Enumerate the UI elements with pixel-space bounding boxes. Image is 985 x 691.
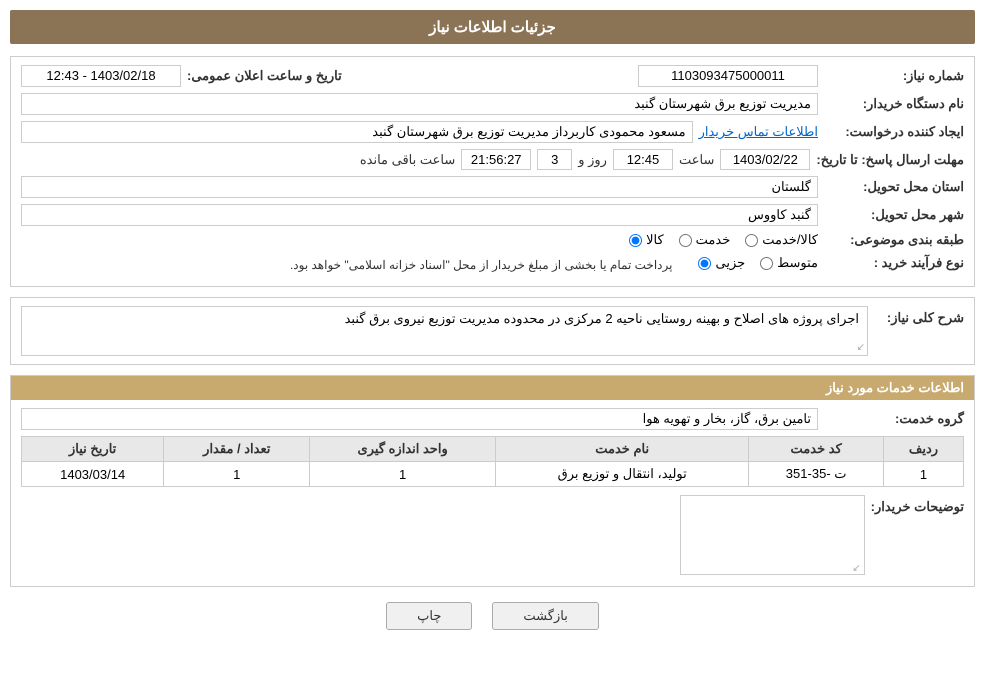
subject-radio-kala[interactable]: کالا xyxy=(629,232,664,248)
services-section: اطلاعات خدمات مورد نیاز گروه خدمت: تامین… xyxy=(10,375,975,587)
days-label: روز و xyxy=(578,152,607,168)
jozi-label: جزیی xyxy=(715,255,745,271)
creator-value: مسعود محمودی کاربرداز مدیریت توزیع برق ش… xyxy=(21,121,693,143)
row-announcement: شماره نیاز: 1103093475000011 تاریخ و ساع… xyxy=(21,65,964,87)
kala-label: کالا xyxy=(646,232,664,248)
kala-khedmat-label: کالا/خدمت xyxy=(762,232,818,248)
services-table: ردیف کد خدمت نام خدمت واحد اندازه گیری ت… xyxy=(21,436,964,487)
col-date: تاریخ نیاز xyxy=(22,437,164,462)
time-label: ساعت xyxy=(679,152,714,168)
province-label: استان محل تحویل: xyxy=(824,179,964,195)
back-button[interactable]: بازگشت xyxy=(492,602,598,630)
subject-radio-kala_khedmat-input[interactable] xyxy=(745,234,758,247)
row-creator: ایجاد کننده درخواست: اطلاعات تماس خریدار… xyxy=(21,121,964,143)
motevaset-label: متوسط xyxy=(777,255,818,271)
process-radio-motevaset-input[interactable] xyxy=(760,257,773,270)
province-value: گلستان xyxy=(21,176,818,198)
general-desc-section: شرح کلی نیاز: اجرای پروژه های اصلاح و به… xyxy=(10,297,975,365)
general-desc-text: اجرای پروژه های اصلاح و بهینه روستایی نا… xyxy=(345,311,859,326)
notes-wrapper: ↙ xyxy=(21,495,865,578)
col-service-code: کد خدمت xyxy=(749,437,884,462)
subject-radio-kala-input[interactable] xyxy=(629,234,642,247)
main-info-section: شماره نیاز: 1103093475000011 تاریخ و ساع… xyxy=(10,56,975,287)
row-buyer-org: نام دستگاه خریدار: مدیریت توزیع برق شهرس… xyxy=(21,93,964,115)
process-radio-jozi-input[interactable] xyxy=(698,257,711,270)
buyer-notes-section: توضیحات خریدار: ↙ xyxy=(21,495,964,578)
announcement-number-value: 1103093475000011 xyxy=(638,65,818,87)
creator-group: اطلاعات تماس خریدار مسعود محمودی کاربردا… xyxy=(21,121,818,143)
process-radio-motevaset[interactable]: متوسط xyxy=(760,255,818,271)
service-group-label: گروه خدمت: xyxy=(824,411,964,427)
col-unit: واحد اندازه گیری xyxy=(310,437,496,462)
announcement-datetime-label: تاریخ و ساعت اعلان عمومی: xyxy=(187,68,342,84)
buyer-org-value: مدیریت توزیع برق شهرستان گنبد xyxy=(21,93,818,115)
city-value: گنبد کاووس xyxy=(21,204,818,226)
process-label: نوع فرآیند خرید : xyxy=(824,255,964,271)
table-row: 1ت -35-351تولید، انتقال و توزیع برق11140… xyxy=(22,462,964,487)
process-note: پرداخت تمام یا بخشی از مبلغ خریدار از مح… xyxy=(290,258,673,272)
row-service-group: گروه خدمت: تامین برق، گاز، بخار و تهویه … xyxy=(21,408,964,430)
col-qty: تعداد / مقدار xyxy=(164,437,310,462)
page-wrapper: جزئیات اطلاعات نیاز شماره نیاز: 11030934… xyxy=(0,0,985,691)
services-section-header: اطلاعات خدمات مورد نیاز xyxy=(11,376,974,400)
service-group-value: تامین برق، گاز، بخار و تهویه هوا xyxy=(21,408,818,430)
remaining-label: ساعت باقی مانده xyxy=(360,152,455,168)
subject-radio-group: کالا/خدمت خدمت کالا xyxy=(629,232,818,248)
subject-radio-khedmat-input[interactable] xyxy=(679,234,692,247)
row-deadline: مهلت ارسال پاسخ: تا تاریخ: 1403/02/22 سا… xyxy=(21,149,964,170)
row-process: نوع فرآیند خرید : متوسط جزیی پرداخت تمام… xyxy=(21,254,964,272)
table-header-row: ردیف کد خدمت نام خدمت واحد اندازه گیری ت… xyxy=(22,437,964,462)
creator-link[interactable]: اطلاعات تماس خریدار xyxy=(699,124,818,140)
response-time: 12:45 xyxy=(613,149,673,170)
col-row-num: ردیف xyxy=(884,437,964,462)
process-radio-jozi[interactable]: جزیی xyxy=(698,255,745,271)
buyer-notes-textarea[interactable] xyxy=(680,495,865,575)
process-radio-group: متوسط جزیی xyxy=(698,255,818,271)
buyer-notes-label: توضیحات خریدار: xyxy=(871,495,964,515)
general-desc-value: اجرای پروژه های اصلاح و بهینه روستایی نا… xyxy=(21,306,868,356)
buyer-org-label: نام دستگاه خریدار: xyxy=(824,96,964,112)
print-button[interactable]: چاپ xyxy=(386,602,472,630)
subject-label: طبقه بندی موضوعی: xyxy=(824,232,964,248)
subject-radio-kala_khedmat[interactable]: کالا/خدمت xyxy=(745,232,818,248)
announcement-datetime-value: 1403/02/18 - 12:43 xyxy=(21,65,181,87)
creator-label: ایجاد کننده درخواست: xyxy=(824,124,964,140)
general-desc-label: شرح کلی نیاز: xyxy=(874,306,964,326)
row-city: شهر محل تحویل: گنبد کاووس xyxy=(21,204,964,226)
subject-radio-khedmat[interactable]: خدمت xyxy=(679,232,731,248)
khedmat-label: خدمت xyxy=(696,232,731,248)
row-subject: طبقه بندی موضوعی: کالا/خدمت خدمت کالا xyxy=(21,232,964,248)
deadline-label: مهلت ارسال پاسخ: تا تاریخ: xyxy=(816,152,964,168)
general-desc-wrapper: اجرای پروژه های اصلاح و بهینه روستایی نا… xyxy=(21,306,868,356)
response-date: 1403/02/22 xyxy=(720,149,810,170)
buttons-row: بازگشت چاپ xyxy=(10,602,975,630)
row-province: استان محل تحویل: گلستان xyxy=(21,176,964,198)
page-title: جزئیات اطلاعات نیاز xyxy=(10,10,975,44)
col-service-name: نام خدمت xyxy=(496,437,749,462)
response-remaining: 21:56:27 xyxy=(461,149,531,170)
announcement-number-label: شماره نیاز: xyxy=(824,68,964,84)
deadline-group: 1403/02/22 ساعت 12:45 روز و 3 21:56:27 س… xyxy=(360,149,811,170)
city-label: شهر محل تحویل: xyxy=(824,207,964,223)
response-days: 3 xyxy=(537,149,572,170)
